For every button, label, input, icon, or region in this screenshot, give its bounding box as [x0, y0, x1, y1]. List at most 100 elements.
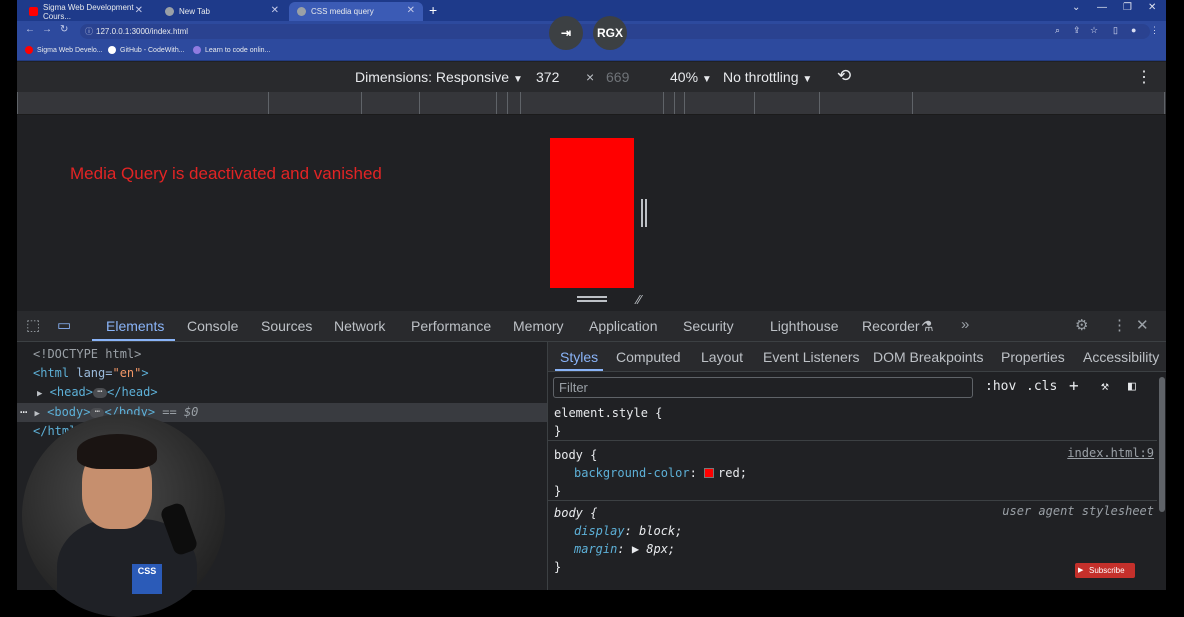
close-tab-icon[interactable]: ✕	[407, 5, 415, 16]
width-resize-handle[interactable]	[641, 199, 647, 227]
inspect-element-icon[interactable]: ⬚	[26, 316, 40, 334]
tab-sigma[interactable]: Sigma Web Development Cours... ✕	[21, 2, 151, 21]
rotate-icon[interactable]: ⟲	[837, 66, 851, 86]
expand-triangle-icon[interactable]: ▶	[34, 409, 39, 419]
property-name: background-color	[574, 466, 690, 480]
share-icon[interactable]: ⇪	[1073, 25, 1081, 36]
property-name: margin	[574, 542, 618, 556]
tab-console[interactable]: Console	[187, 318, 238, 334]
cls-button[interactable]: .cls	[1026, 379, 1057, 394]
close-window-button[interactable]: ✕	[1148, 2, 1156, 13]
tab-new-tab[interactable]: New Tab ✕	[157, 2, 287, 21]
enter-icon[interactable]: ⇥	[549, 16, 583, 50]
more-options-icon[interactable]: ⋮	[1136, 67, 1152, 87]
tab-search-icon[interactable]: ⌄	[1072, 2, 1080, 13]
tab-recorder[interactable]: Recorder	[862, 318, 920, 334]
tab-event-listeners[interactable]: Event Listeners	[763, 349, 860, 365]
styles-filter-input[interactable]: Filter	[553, 377, 973, 398]
device-toggle-icon[interactable]: ▭	[57, 316, 71, 334]
new-tab-button[interactable]: +	[429, 2, 437, 18]
maximize-button[interactable]: ❐	[1123, 2, 1132, 13]
dom-doctype[interactable]: <!DOCTYPE html>	[33, 345, 141, 364]
tab-css-media-query[interactable]: CSS media query ✕	[289, 2, 423, 21]
tab-application[interactable]: Application	[589, 318, 658, 334]
address-toolbar: ← → ↻ ⓘ 127.0.0.1:3000/index.html ⌕ ⇪ ☆ …	[17, 21, 1166, 42]
declaration-background-color[interactable]: background-color: red;	[548, 464, 1157, 482]
bookmark-sigma[interactable]: Sigma Web Develo...	[25, 46, 103, 54]
element-style-selector[interactable]: element.style {	[548, 404, 1157, 422]
reload-icon[interactable]: ↻	[60, 24, 68, 35]
tab-properties[interactable]: Properties	[1001, 349, 1065, 365]
tab-layout[interactable]: Layout	[701, 349, 743, 365]
collapsed-ellipsis[interactable]: ⋯	[93, 387, 108, 398]
settings-gear-icon[interactable]: ⚙	[1075, 316, 1088, 334]
html-tag: <html	[33, 366, 70, 380]
bookmark-star-icon[interactable]: ☆	[1090, 25, 1098, 36]
body-selector[interactable]: body {	[548, 446, 1157, 464]
zoom-dropdown[interactable]: 40% ▼	[670, 69, 712, 85]
tab-styles[interactable]: Styles	[560, 349, 598, 365]
tab-dom-breakpoints[interactable]: DOM Breakpoints	[873, 349, 983, 365]
minimize-button[interactable]: —	[1097, 2, 1107, 13]
dom-head[interactable]: ▶ <head> ⋯ </head>	[37, 383, 158, 402]
tab-sources[interactable]: Sources	[261, 318, 312, 334]
customize-menu-icon[interactable]: ⋮	[1112, 316, 1127, 334]
caret-down-icon: ▼	[512, 74, 523, 85]
expand-triangle-icon[interactable]: ▶	[37, 389, 42, 399]
paint-brush-icon[interactable]: ⚒	[1101, 379, 1109, 394]
head-close-tag: </head>	[107, 385, 158, 399]
source-link[interactable]: index.html:9	[1067, 446, 1154, 460]
lang-value: "en"	[112, 366, 142, 380]
throttling-dropdown[interactable]: No throttling ▼	[723, 69, 812, 85]
tab-elements[interactable]: Elements	[106, 318, 164, 334]
zoom-icon[interactable]: ⌕	[1055, 25, 1060, 36]
globe-icon	[297, 7, 306, 16]
tab-security[interactable]: Security	[683, 318, 734, 334]
subscribe-button[interactable]: Subscribe	[1075, 563, 1135, 578]
bookmark-github[interactable]: GitHub - CodeWith...	[108, 46, 185, 54]
tab-accessibility[interactable]: Accessibility	[1083, 349, 1159, 365]
selected-marker: == $0	[155, 405, 199, 419]
youtube-icon	[25, 46, 33, 54]
property-value[interactable]: ▶ 8px;	[632, 542, 675, 556]
close-devtools-icon[interactable]: ✕	[1136, 316, 1149, 334]
body-tag: <body>	[47, 405, 91, 419]
toggle-sidebar-icon[interactable]: ◧	[1128, 379, 1136, 394]
tab-memory[interactable]: Memory	[513, 318, 564, 334]
close-tab-icon[interactable]: ✕	[271, 5, 279, 16]
styles-pane: Styles Computed Layout Event Listeners D…	[547, 342, 1166, 590]
side-panel-icon[interactable]: ▯	[1113, 25, 1118, 36]
rule-close-brace: }	[554, 424, 562, 438]
new-rule-icon[interactable]: +	[1069, 376, 1079, 395]
corner-resize-handle[interactable]: ⁄⁄	[637, 292, 641, 307]
tab-computed[interactable]: Computed	[616, 349, 681, 365]
close-tab-icon[interactable]: ✕	[135, 5, 143, 16]
width-input[interactable]: 372	[536, 69, 559, 85]
youtube-icon	[29, 7, 38, 16]
bookmark-label: GitHub - CodeWith...	[120, 46, 185, 54]
height-input[interactable]: 669	[606, 69, 629, 85]
presenter-hair	[77, 434, 157, 469]
rgx-button[interactable]: RGX	[593, 16, 627, 50]
tab-network[interactable]: Network	[334, 318, 385, 334]
emulated-page[interactable]	[550, 138, 634, 288]
tab-performance[interactable]: Performance	[411, 318, 491, 334]
bookmark-learn-to-code[interactable]: Learn to code onlin...	[193, 46, 270, 54]
color-swatch[interactable]	[704, 468, 715, 478]
tab-lighthouse[interactable]: Lighthouse	[770, 318, 839, 334]
more-tabs-icon[interactable]: »	[961, 316, 969, 333]
styles-scrollbar[interactable]	[1159, 377, 1165, 512]
back-icon[interactable]: ←	[25, 24, 35, 35]
height-resize-handle[interactable]	[577, 296, 607, 302]
menu-icon[interactable]: ⋮	[1150, 25, 1159, 36]
site-info-icon[interactable]: ⓘ	[85, 24, 93, 39]
tab-title: New Tab	[179, 7, 210, 16]
row-dots-icon[interactable]: ⋯	[20, 405, 27, 419]
profile-icon[interactable]: ●	[1131, 25, 1136, 35]
dimensions-dropdown[interactable]: Dimensions: Responsive ▼	[355, 69, 523, 85]
media-query-ruler[interactable]	[17, 92, 1166, 115]
forward-icon[interactable]: →	[42, 24, 52, 35]
lang-attr: lang=	[69, 366, 113, 380]
dom-html[interactable]: <html lang="en">	[33, 364, 149, 383]
hov-button[interactable]: :hov	[985, 379, 1016, 394]
